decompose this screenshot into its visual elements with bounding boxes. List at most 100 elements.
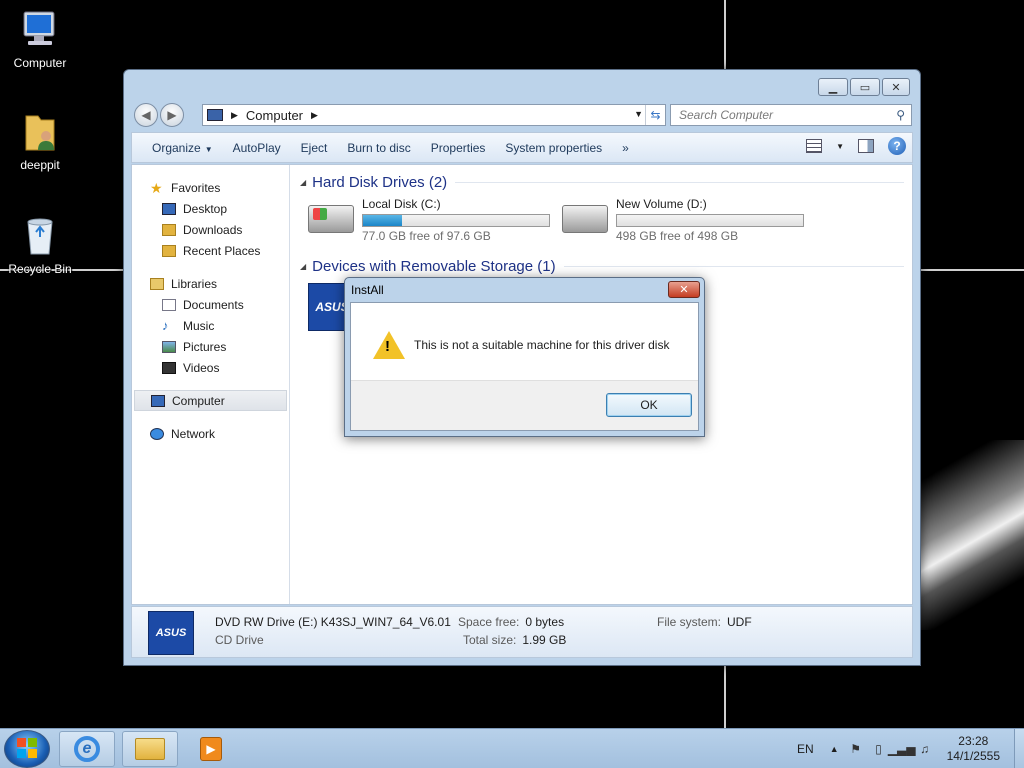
minimize-button[interactable]: ▁ [818, 78, 848, 96]
organize-button[interactable]: Organize ▼ [142, 141, 223, 155]
nav-item-desktop[interactable]: Desktop [132, 198, 289, 219]
search-icon[interactable]: ⚲ [896, 108, 905, 122]
desktop-icon-label: Recycle Bin [8, 262, 72, 276]
nav-item-music[interactable]: ♪ Music [132, 315, 289, 336]
autoplay-button[interactable]: AutoPlay [223, 141, 291, 155]
forward-button[interactable]: ▶ [160, 103, 184, 127]
drive-usage-fill [363, 215, 403, 226]
collapse-triangle-icon[interactable]: ◢ [300, 178, 306, 187]
clock-date: 14/1/2555 [946, 749, 1000, 763]
clock-time: 23:28 [958, 734, 989, 748]
nav-label: Desktop [183, 201, 228, 216]
dialog-close-button[interactable]: ✕ [668, 281, 700, 298]
eject-button[interactable]: Eject [291, 141, 338, 155]
documents-icon [162, 298, 176, 311]
nav-item-downloads[interactable]: Downloads [132, 219, 289, 240]
computer-icon [151, 394, 165, 407]
network-signal-icon[interactable]: ▁▃▅ [888, 742, 916, 756]
drive-usage-bar [362, 214, 550, 227]
windows-logo-icon [16, 737, 38, 762]
address-row: ◀ ▶ ▶ Computer ▶ ▼ ⇆ Search Computer ⚲ [132, 102, 912, 128]
nav-item-recent-places[interactable]: Recent Places [132, 240, 289, 261]
nav-item-favorites[interactable]: ★ Favorites [132, 177, 289, 198]
action-center-flag-icon[interactable]: ⚑ [849, 742, 863, 756]
drive-tile[interactable]: Local Disk (C:) 77.0 GB free of 97.6 GB [308, 193, 562, 255]
details-value: 1.99 GB [522, 633, 567, 647]
search-placeholder: Search Computer [679, 108, 774, 122]
taskbar-internet-explorer[interactable]: e [59, 731, 115, 767]
properties-button[interactable]: Properties [421, 141, 496, 155]
clock[interactable]: 23:28 14/1/2555 [947, 734, 1000, 764]
network-icon [150, 427, 164, 440]
dialog-message: This is not a suitable machine for this … [414, 338, 670, 352]
details-file-system: File system: UDF [657, 615, 752, 629]
command-bar: Organize ▼ AutoPlay Eject Burn to disc Pr… [131, 132, 913, 163]
maximize-button[interactable]: ▭ [850, 78, 880, 96]
nav-label: Pictures [183, 339, 227, 354]
address-dropdown-icon[interactable]: ▼ [634, 109, 643, 119]
computer-icon [18, 8, 62, 52]
details-value: 0 bytes [525, 615, 565, 629]
nav-label: Favorites [171, 180, 221, 195]
details-icon-text: ASUS [155, 627, 187, 639]
breadcrumb-chevron-icon[interactable]: ▶ [231, 110, 238, 121]
refresh-button[interactable]: ⇆ [645, 105, 665, 125]
nav-item-network[interactable]: Network [132, 423, 289, 444]
start-button[interactable] [4, 730, 50, 768]
language-indicator[interactable]: EN [797, 742, 814, 756]
dialog-message-area: ! This is not a suitable machine for thi… [351, 303, 698, 387]
drive-tile[interactable]: New Volume (D:) 498 GB free of 498 GB [562, 193, 816, 255]
details-pane: ASUS DVD RW Drive (E:) K43SJ_WIN7_64_V6.… [131, 606, 913, 658]
power-icon[interactable]: ▯ [872, 742, 886, 756]
system-properties-button[interactable]: System properties [495, 141, 612, 155]
back-button[interactable]: ◀ [134, 103, 158, 127]
warning-icon: ! [373, 331, 405, 359]
desktop-icon-computer[interactable]: Computer [0, 8, 80, 70]
show-hidden-icons-icon[interactable]: ▲ [830, 744, 839, 754]
search-input[interactable]: Search Computer ⚲ [670, 104, 912, 126]
breadcrumb-chevron-icon[interactable]: ▶ [311, 110, 318, 121]
organize-label: Organize [152, 140, 201, 155]
dialog-title: InstAll [351, 283, 384, 297]
help-icon[interactable]: ? [888, 137, 906, 155]
taskbar-media-player[interactable]: ▶ [183, 731, 239, 767]
change-view-icon[interactable] [806, 139, 823, 153]
details-key: File system: [657, 615, 722, 629]
desktop-icon [162, 202, 176, 215]
address-bar[interactable]: ▶ Computer ▶ ▼ ⇆ [202, 104, 666, 126]
breadcrumb-computer[interactable]: Computer [246, 108, 303, 123]
burn-to-disc-button[interactable]: Burn to disc [337, 141, 420, 155]
nav-item-libraries[interactable]: Libraries [132, 273, 289, 294]
taskbar-windows-explorer[interactable] [122, 731, 178, 767]
details-value: UDF [727, 615, 752, 629]
nav-item-documents[interactable]: Documents [132, 294, 289, 315]
hard-disk-windows-icon [308, 205, 354, 233]
computer-icon [207, 109, 223, 121]
taskbar: e ▶ EN ▲ ⚑ ▯ ▁▃▅ ♫ 23:28 14/1/2555 [0, 728, 1024, 768]
desktop-icon-recycle-bin[interactable]: Recycle Bin [0, 214, 80, 276]
nav-item-videos[interactable]: Videos [132, 357, 289, 378]
show-desktop-button[interactable] [1014, 729, 1024, 768]
more-commands-button[interactable]: » [612, 141, 639, 155]
close-window-button[interactable]: ✕ [882, 78, 910, 96]
group-header-hard-disk-drives[interactable]: ◢ Hard Disk Drives (2) [300, 171, 904, 193]
collapse-triangle-icon[interactable]: ◢ [300, 262, 306, 271]
drive-free-space: 498 GB free of 498 GB [616, 229, 739, 243]
drive-list: Local Disk (C:) 77.0 GB free of 97.6 GB … [300, 193, 912, 255]
volume-icon[interactable]: ♫ [918, 742, 932, 756]
details-total-size: Total size: 1.99 GB [463, 633, 566, 647]
ok-button[interactable]: OK [606, 393, 692, 417]
wallpaper-line [920, 269, 1024, 271]
nav-item-pictures[interactable]: Pictures [132, 336, 289, 357]
preview-pane-icon[interactable] [858, 139, 874, 153]
details-key: Space free: [458, 615, 520, 629]
group-header-removable-storage[interactable]: ◢ Devices with Removable Storage (1) [300, 255, 904, 277]
nav-item-computer[interactable]: Computer [134, 390, 287, 411]
view-options-chevron-icon[interactable]: ▼ [836, 142, 844, 151]
folder-icon [135, 738, 165, 760]
back-arrow-icon: ◀ [141, 108, 151, 122]
videos-icon [162, 361, 176, 374]
details-key: Total size: [463, 633, 517, 647]
desktop-icon-deeppit[interactable]: deeppit [0, 110, 80, 172]
nav-label: Downloads [183, 222, 243, 237]
